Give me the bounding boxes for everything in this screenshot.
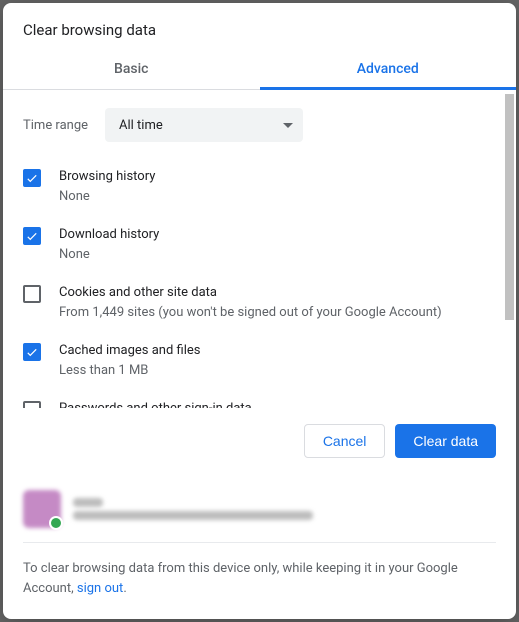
tab-basic[interactable]: Basic [3,51,260,89]
checkbox-browsing-history[interactable] [23,169,41,187]
time-range-value: All time [119,118,163,133]
account-row [23,476,496,543]
option-sub: None [59,246,159,264]
clear-data-button[interactable]: Clear data [395,424,496,458]
option-sub: Less than 1 MB [59,362,200,380]
checkbox-download-history[interactable] [23,227,41,245]
option-sub: From 1,449 sites (you won't be signed ou… [59,304,442,322]
check-icon [25,345,39,359]
time-range-select[interactable]: All time [105,108,303,142]
option-label: Cookies and other site data [59,284,442,302]
options-scroll-area: Time range All time Browsing history Non… [3,90,516,408]
sign-out-link[interactable]: sign out [77,581,123,596]
option-download-history: Download history None [23,226,496,264]
cancel-button[interactable]: Cancel [304,424,386,458]
option-label: Browsing history [59,168,155,186]
checkbox-cookies[interactable] [23,285,41,303]
option-cookies: Cookies and other site data From 1,449 s… [23,284,496,322]
clear-browsing-data-dialog: Clear browsing data Basic Advanced Time … [3,3,516,619]
avatar [23,490,61,528]
option-label: Passwords and other sign-in data [59,400,252,408]
sync-badge-icon [49,516,63,530]
checkbox-cached[interactable] [23,343,41,361]
time-range-label: Time range [23,118,105,133]
account-info [73,498,313,520]
time-range-row: Time range All time [23,108,496,142]
option-sub: None [59,188,155,206]
tab-advanced[interactable]: Advanced [260,51,517,89]
signout-note: To clear browsing data from this device … [23,543,496,619]
checkbox-passwords[interactable] [23,401,41,408]
option-cached: Cached images and files Less than 1 MB [23,342,496,380]
dialog-footer: Cancel Clear data To clear browsing data… [3,408,516,619]
chevron-down-icon [283,123,293,128]
scrollbar-thumb[interactable] [505,94,514,320]
option-label: Download history [59,226,159,244]
check-icon [25,229,39,243]
dialog-title: Clear browsing data [3,3,516,51]
option-label: Cached images and files [59,342,200,360]
check-icon [25,171,39,185]
option-browsing-history: Browsing history None [23,168,496,206]
option-passwords: Passwords and other sign-in data 24 pass… [23,400,496,408]
tabs: Basic Advanced [3,51,516,90]
